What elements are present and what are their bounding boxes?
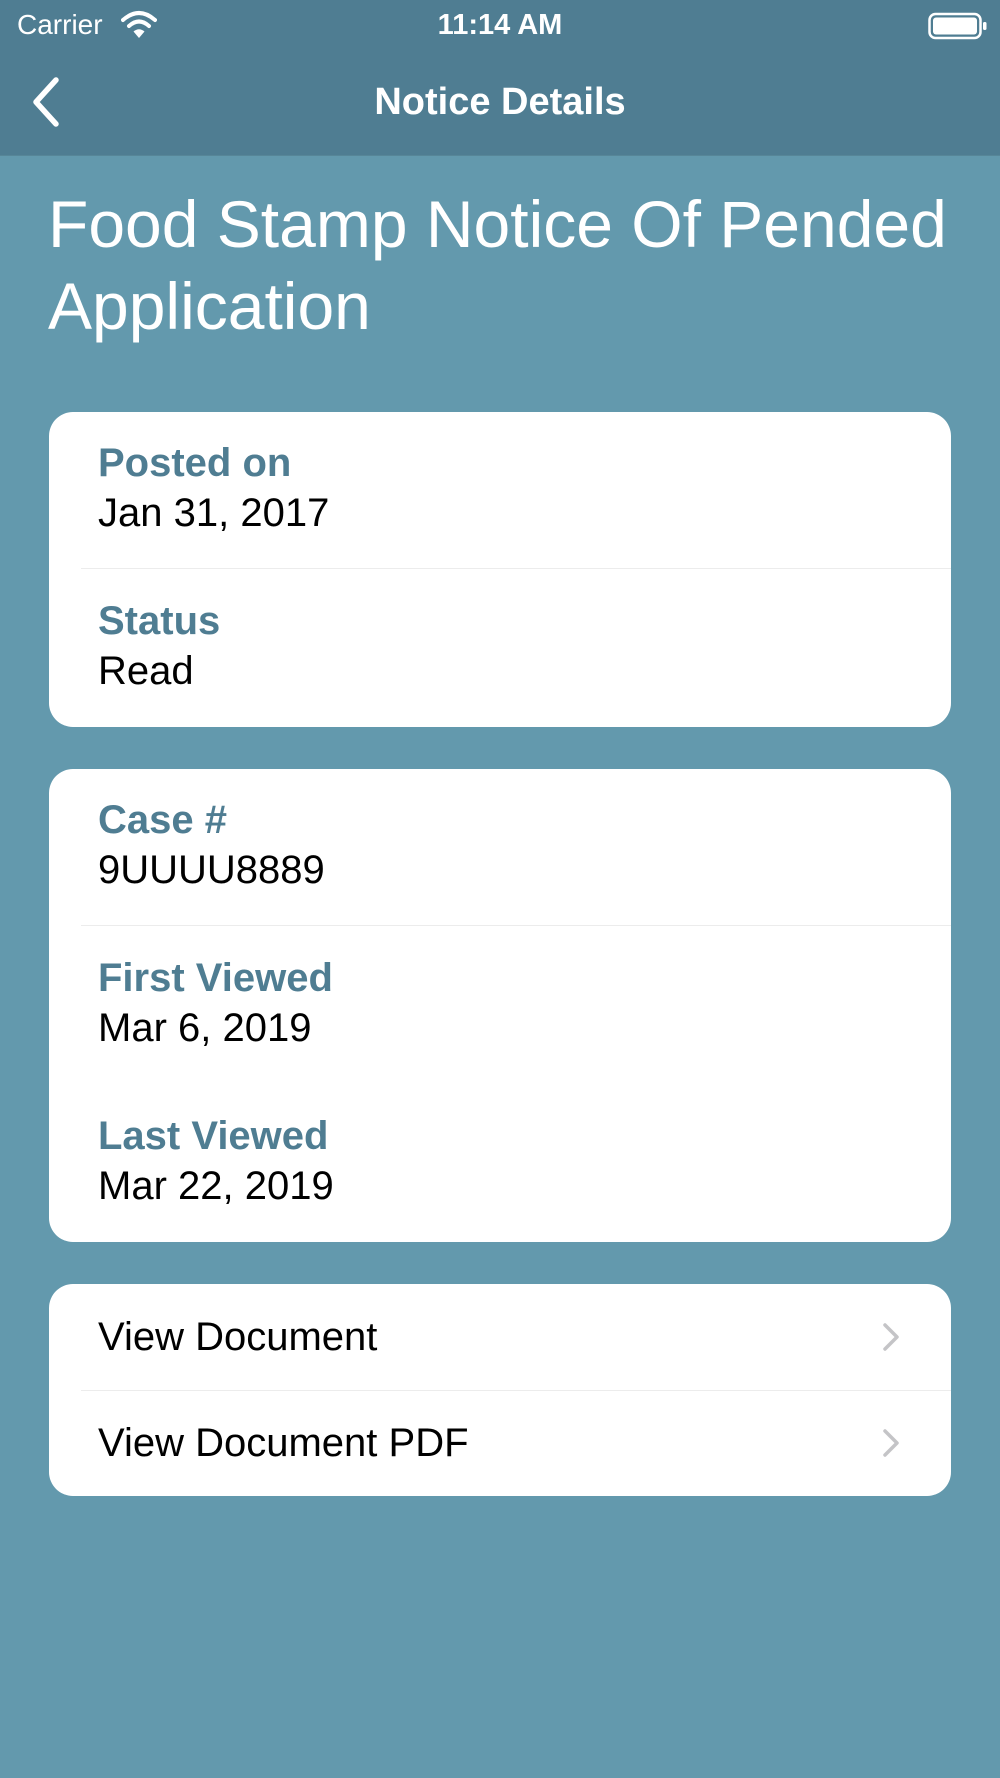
first-viewed-field: First Viewed Mar 6, 2019 bbox=[98, 954, 918, 1054]
page-title: Food Stamp Notice Of Pended Application bbox=[48, 187, 947, 343]
last-viewed-value: Mar 22, 2019 bbox=[98, 1164, 334, 1208]
status-field: Status Read bbox=[98, 597, 918, 697]
posted-on-label: Posted on bbox=[98, 441, 292, 485]
case-number-value: 9UUUU8889 bbox=[98, 848, 325, 892]
status-time: 11:14 AM bbox=[437, 9, 563, 41]
view-document-row[interactable]: View Document bbox=[49, 1284, 951, 1390]
view-document-pdf-label: View Document PDF bbox=[98, 1421, 469, 1465]
posted-on-field: Posted on Jan 31, 2017 bbox=[98, 439, 918, 539]
first-viewed-value: Mar 6, 2019 bbox=[98, 1006, 312, 1050]
view-document-label: View Document bbox=[98, 1315, 378, 1359]
navigation-bar: Notice Details bbox=[0, 50, 1000, 155]
details-card: Case # 9UUUU8889 First Viewed Mar 6, 201… bbox=[49, 769, 951, 1242]
last-viewed-label: Last Viewed bbox=[98, 1114, 329, 1158]
status-value: Read bbox=[98, 649, 194, 693]
chevron-right-icon bbox=[883, 1323, 899, 1351]
status-bar: Carrier 11:14 AM bbox=[0, 0, 1000, 50]
posted-on-value: Jan 31, 2017 bbox=[98, 491, 330, 535]
nav-title: Notice Details bbox=[374, 81, 626, 123]
divider bbox=[81, 925, 951, 926]
status-label: Status bbox=[98, 599, 221, 643]
chevron-right-icon bbox=[883, 1429, 899, 1457]
summary-card: Posted on Jan 31, 2017 Status Read bbox=[49, 412, 951, 727]
view-document-pdf-row[interactable]: View Document PDF bbox=[49, 1390, 951, 1496]
first-viewed-label: First Viewed bbox=[98, 956, 333, 1000]
case-number-field: Case # 9UUUU8889 bbox=[98, 796, 918, 896]
documents-card: View Document View Document PDF bbox=[49, 1284, 951, 1496]
divider bbox=[81, 568, 951, 569]
last-viewed-field: Last Viewed Mar 22, 2019 bbox=[98, 1112, 918, 1212]
battery-icon bbox=[928, 12, 987, 40]
case-number-label: Case # bbox=[98, 798, 227, 842]
